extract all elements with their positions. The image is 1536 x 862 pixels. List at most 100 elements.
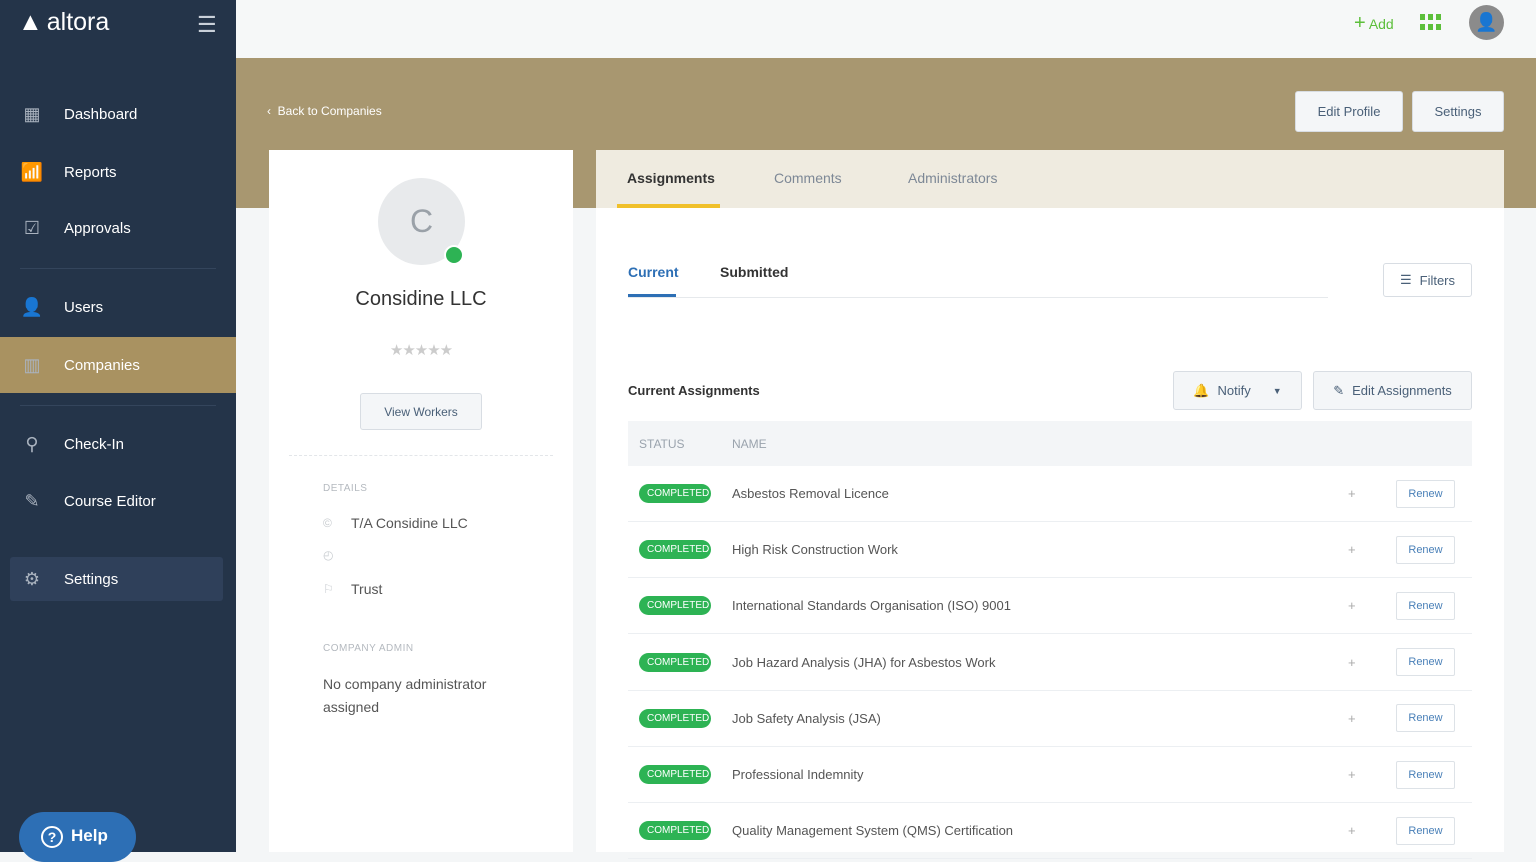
trading-name-value: T/A Considine LLC (351, 515, 468, 531)
active-subtab-indicator (628, 294, 676, 297)
filters-label: Filters (1419, 272, 1456, 288)
active-tab-indicator (617, 204, 720, 208)
tab-administrators[interactable]: Administrators (908, 170, 997, 186)
online-status-dot (444, 245, 464, 265)
nav-label: Companies (64, 356, 140, 374)
expand-plus-icon[interactable]: + (1348, 767, 1356, 782)
expand-plus-icon[interactable]: + (1348, 542, 1356, 557)
divider (289, 455, 553, 456)
star-rating[interactable]: ★★★★★ (269, 341, 573, 359)
nav-label: Approvals (64, 219, 131, 237)
divider (20, 405, 216, 406)
help-label: Help (71, 826, 108, 845)
table-row: COMPLETED Job Safety Analysis (JSA) + Re… (628, 691, 1472, 747)
expand-plus-icon[interactable]: + (1348, 655, 1356, 670)
renew-button[interactable]: Renew (1396, 816, 1455, 845)
assignment-name[interactable]: International Standards Organisation (IS… (732, 598, 1011, 613)
settings-button[interactable]: Settings (1412, 91, 1504, 132)
subtab-current[interactable]: Current (628, 264, 679, 280)
assignment-name[interactable]: Professional Indemnity (732, 767, 864, 782)
company-admin-value: No company administrator assigned (323, 676, 487, 715)
copyright-icon: © (323, 516, 332, 530)
renew-button[interactable]: Renew (1396, 648, 1455, 677)
assignment-name[interactable]: Quality Management System (QMS) Certific… (732, 823, 1013, 838)
edit-assignments-button[interactable]: ✎ Edit Assignments (1313, 371, 1472, 410)
tab-comments[interactable]: Comments (774, 170, 842, 186)
sidebar-item-companies[interactable]: ▥ Companies (0, 337, 236, 393)
expand-plus-icon[interactable]: + (1348, 486, 1356, 501)
user-icon: 👤 (20, 296, 44, 317)
nav-label: Settings (64, 570, 119, 588)
expand-plus-icon[interactable]: + (1348, 823, 1356, 838)
bar-chart-icon: 📶 (20, 161, 44, 182)
divider (628, 297, 1328, 298)
nav-label: Dashboard (64, 105, 138, 123)
nav-label: Check-In (64, 435, 125, 453)
expand-plus-icon[interactable]: + (1348, 598, 1356, 613)
status-badge: COMPLETED (639, 652, 711, 672)
column-name: NAME (732, 437, 767, 451)
sidebar-item-course-editor[interactable]: ✎ Course Editor (0, 473, 236, 529)
table-row: COMPLETED Asbestos Removal Licence + Ren… (628, 466, 1472, 522)
assignment-name[interactable]: Job Safety Analysis (JSA) (732, 711, 881, 726)
company-type: ⚐ Trust (323, 581, 382, 597)
company-name: Considine LLC (355, 288, 487, 310)
company-card: C Considine LLC ★★★★★ View Workers DETAI… (269, 150, 573, 852)
add-button[interactable]: + Add (1354, 12, 1394, 35)
sidebar-item-users[interactable]: 👤 Users (0, 279, 236, 335)
edit-assignments-label: Edit Assignments (1352, 383, 1452, 398)
gear-icon: ⚙ (23, 568, 41, 589)
question-icon: ? (41, 826, 63, 848)
view-workers-button[interactable]: View Workers (360, 393, 482, 430)
back-link[interactable]: ‹ Back to Companies (267, 104, 382, 118)
renew-button[interactable]: Renew (1396, 535, 1455, 564)
status-badge: COMPLETED (639, 765, 711, 784)
subtab-submitted[interactable]: Submitted (720, 264, 788, 280)
assignment-name[interactable]: Asbestos Removal Licence (732, 486, 889, 501)
help-button[interactable]: ? Help (19, 812, 136, 862)
bell-icon: 🔔 (1193, 382, 1210, 398)
table-row: COMPLETED Quality Management System (QMS… (628, 803, 1472, 860)
company-admin-label: COMPANY ADMIN (323, 643, 414, 654)
back-label: Back to Companies (277, 104, 382, 118)
sidebar-item-reports[interactable]: 📶 Reports (0, 144, 236, 200)
chevron-left-icon: ‹ (267, 104, 271, 118)
renew-button[interactable]: Renew (1396, 760, 1455, 789)
location-pin-icon: ⚲ (25, 433, 39, 454)
filter-icon: ☰ (1399, 272, 1412, 287)
checkbox-icon: ☑ (23, 217, 41, 238)
expand-plus-icon[interactable]: + (1348, 711, 1356, 726)
avatar[interactable]: 👤 (1469, 5, 1504, 40)
apps-grid-icon[interactable] (1420, 14, 1441, 30)
notify-dropdown[interactable]: 🔔 Notify ▼ (1173, 371, 1302, 410)
assignment-name[interactable]: Job Hazard Analysis (JHA) for Asbestos W… (732, 655, 995, 670)
filters-button[interactable]: ☰ Filters (1383, 263, 1472, 297)
sidebar-item-approvals[interactable]: ☑ Approvals (0, 200, 236, 256)
sidebar-item-dashboard[interactable]: ▦ Dashboard (0, 86, 236, 142)
table-row: COMPLETED Job Hazard Analysis (JHA) for … (628, 635, 1472, 691)
renew-button[interactable]: Renew (1396, 591, 1455, 620)
section-title: Current Assignments (628, 383, 760, 398)
website: ◴ (323, 548, 351, 562)
renew-button[interactable]: Renew (1396, 479, 1455, 508)
assignment-name[interactable]: High Risk Construction Work (732, 542, 898, 557)
add-label: Add (1368, 16, 1394, 32)
caret-down-icon: ▼ (1272, 385, 1282, 396)
details-label: DETAILS (323, 483, 368, 494)
renew-button[interactable]: Renew (1396, 704, 1455, 733)
nav-label: Users (64, 298, 104, 316)
type-value: Trust (351, 581, 383, 597)
column-status: STATUS (639, 437, 685, 451)
top-bar: + Add 👤 (236, 0, 1536, 58)
sidebar-item-check-in[interactable]: ⚲ Check-In (0, 416, 236, 472)
nav-label: Course Editor (64, 492, 156, 510)
status-badge: COMPLETED (639, 596, 711, 616)
menu-toggle-icon[interactable]: ☰ (197, 12, 217, 38)
status-badge: COMPLETED (639, 540, 711, 560)
table-row: COMPLETED International Standards Organi… (628, 578, 1472, 635)
tab-assignments[interactable]: Assignments (627, 170, 715, 186)
sidebar-item-settings[interactable]: ⚙ Settings (10, 557, 223, 601)
logo[interactable]: ▲ altora (18, 8, 109, 37)
edit-profile-button[interactable]: Edit Profile (1295, 91, 1403, 132)
notify-label: Notify (1217, 383, 1251, 398)
